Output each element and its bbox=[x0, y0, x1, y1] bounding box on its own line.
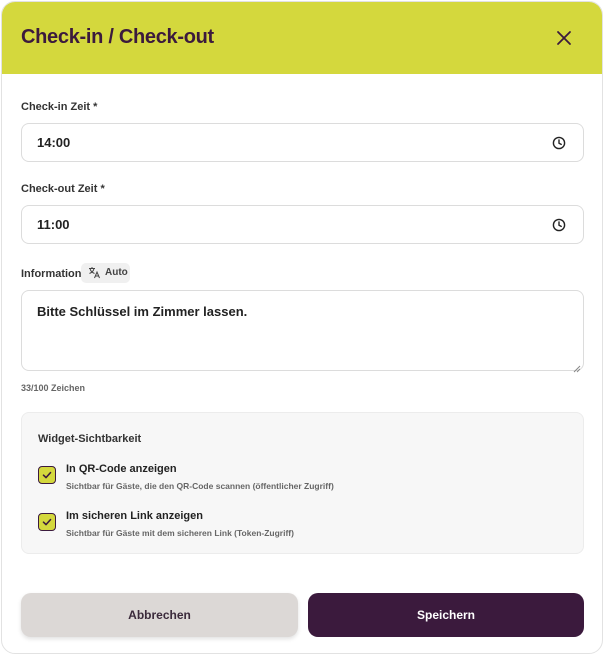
qr-code-option-description: Sichtbar für Gäste, die den QR-Code scan… bbox=[66, 481, 334, 491]
secure-link-checkbox[interactable] bbox=[38, 513, 56, 531]
auto-badge-label: Auto bbox=[105, 267, 128, 278]
save-button[interactable]: Speichern bbox=[308, 593, 584, 637]
qr-code-checkbox[interactable] bbox=[38, 466, 56, 484]
auto-translate-button[interactable]: Auto bbox=[81, 263, 130, 283]
clock-icon[interactable] bbox=[552, 136, 566, 150]
dialog-title: Check-in / Check-out bbox=[21, 26, 214, 48]
checkout-time-input[interactable]: 11:00 bbox=[21, 205, 584, 244]
cancel-button[interactable]: Abbrechen bbox=[21, 593, 298, 637]
checkout-time-value: 11:00 bbox=[37, 217, 70, 232]
widget-visibility-panel: Widget-Sichtbarkeit In QR-Code anzeigen … bbox=[21, 412, 584, 554]
checkin-time-input[interactable]: 14:00 bbox=[21, 123, 584, 162]
checkin-checkout-dialog: Check-in / Check-out Check-in Zeit * 14:… bbox=[1, 1, 603, 654]
dialog-header: Check-in / Check-out bbox=[2, 2, 602, 74]
character-counter: 33/100 Zeichen bbox=[21, 383, 86, 393]
visibility-title: Widget-Sichtbarkeit bbox=[38, 433, 142, 445]
checkin-label: Check-in Zeit * bbox=[21, 101, 98, 113]
qr-code-option-label: In QR-Code anzeigen bbox=[66, 463, 177, 475]
checkout-label: Check-out Zeit * bbox=[21, 183, 105, 195]
close-icon[interactable] bbox=[554, 28, 574, 48]
checkmark-icon bbox=[42, 471, 52, 479]
information-value: Bitte Schlüssel im Zimmer lassen. bbox=[37, 304, 248, 319]
information-label: Information bbox=[21, 268, 82, 280]
secure-link-option-label: Im sicheren Link anzeigen bbox=[66, 510, 203, 522]
information-textarea[interactable]: Bitte Schlüssel im Zimmer lassen. bbox=[21, 290, 584, 373]
translate-icon bbox=[88, 266, 101, 279]
resize-handle-icon[interactable] bbox=[573, 360, 581, 373]
checkmark-icon bbox=[42, 518, 52, 526]
checkin-time-value: 14:00 bbox=[37, 135, 71, 150]
clock-icon[interactable] bbox=[552, 218, 566, 232]
secure-link-option-description: Sichtbar für Gäste mit dem sicheren Link… bbox=[66, 528, 294, 538]
